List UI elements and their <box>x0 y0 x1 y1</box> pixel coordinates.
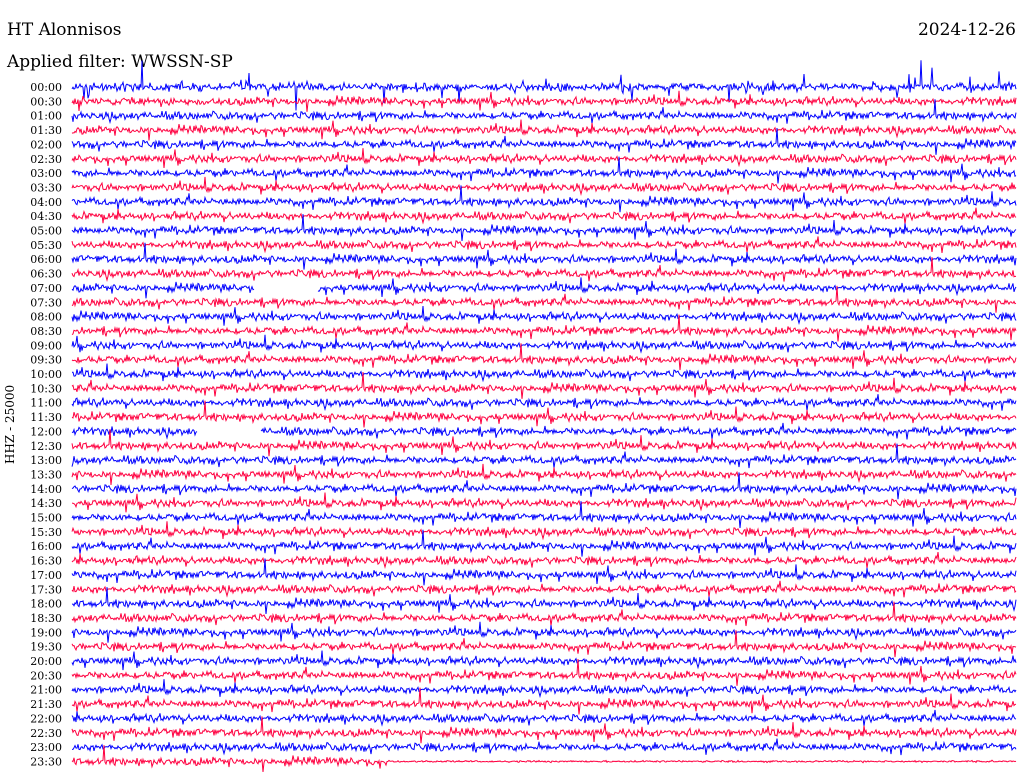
row-time-label: 13:00 <box>30 454 62 467</box>
helicorder-plot: 00:0000:30 01:0001:3002:00 02:3003:0003:30… <box>30 60 1017 772</box>
row-time-label: 11:30 <box>30 411 62 424</box>
row-time-label: 04:30 <box>30 210 62 223</box>
row-time-label: 20:00 <box>30 655 62 668</box>
trace-2000 <box>71 650 1017 671</box>
trace-1330 <box>71 463 1017 485</box>
row-time-label: 09:00 <box>30 339 62 352</box>
trace-2300 <box>72 738 1017 756</box>
row-time-label: 11:00 <box>30 397 62 410</box>
trace-0230 <box>71 148 1017 168</box>
row-time-label: 15:00 <box>30 512 62 525</box>
row-time-label: 06:30 <box>30 268 62 281</box>
trace-2200 <box>71 709 1017 727</box>
row-time-label: 16:00 <box>30 540 62 553</box>
trace-0700 <box>71 277 1017 299</box>
row-time-label: 01:00 <box>30 110 62 123</box>
row-time-label: 16:30 <box>30 555 62 568</box>
row-time-label: 10:30 <box>30 382 62 395</box>
trace-0900 <box>71 334 1017 354</box>
trace-1730 <box>71 580 1017 598</box>
trace-1530 <box>71 521 1017 541</box>
row-time-label: 05:30 <box>30 239 62 252</box>
row-time-label: 23:00 <box>30 741 62 754</box>
row-time-label: 03:00 <box>30 167 62 180</box>
time-tick-labels: 00:0000:30 01:0001:3002:00 02:3003:0003:30… <box>30 81 62 768</box>
trace-0330 <box>71 176 1017 196</box>
row-time-label: 07:00 <box>30 282 62 295</box>
trace-2100 <box>71 679 1017 699</box>
row-time-label: 00:30 <box>30 95 62 108</box>
trace-1630 <box>71 552 1017 570</box>
trace-0500 <box>71 214 1017 241</box>
trace-1100 <box>71 394 1017 412</box>
trace-0400 <box>71 185 1017 213</box>
row-time-label: 20:30 <box>30 669 62 682</box>
row-time-label: 14:30 <box>30 497 62 510</box>
row-time-label: 04:00 <box>30 196 62 209</box>
trace-1900 <box>71 621 1017 643</box>
row-time-label: 12:30 <box>30 440 62 453</box>
row-time-label: 03:30 <box>30 181 62 194</box>
row-time-label: 19:00 <box>30 626 62 639</box>
trace-0130 <box>71 119 1017 141</box>
row-time-label: 05:00 <box>30 225 62 238</box>
row-time-label: 21:30 <box>30 698 62 711</box>
row-time-label: 17:00 <box>30 569 62 582</box>
row-time-label: 22:30 <box>30 727 62 740</box>
row-time-label: 18:00 <box>30 598 62 611</box>
trace-1230 <box>71 429 1017 457</box>
trace-0800 <box>71 306 1017 326</box>
row-time-label: 01:30 <box>30 124 62 137</box>
seismic-traces <box>71 60 1017 772</box>
row-time-label: 06:00 <box>30 253 62 266</box>
row-time-label: 17:30 <box>30 583 62 596</box>
trace-1430 <box>71 492 1017 513</box>
row-time-label: 10:00 <box>30 368 62 381</box>
row-time-label: 12:00 <box>30 425 62 438</box>
row-time-label: 08:00 <box>30 311 62 324</box>
row-time-label: 15:30 <box>30 526 62 539</box>
row-time-label: 08:30 <box>30 325 62 338</box>
trace-0430 <box>71 207 1017 225</box>
row-time-label: 14:00 <box>30 483 62 496</box>
row-time-label: 21:00 <box>30 684 62 697</box>
row-time-label: 23:30 <box>30 755 62 768</box>
row-time-label: 13:30 <box>30 468 62 481</box>
trace-1930 <box>71 630 1017 658</box>
row-time-label: 18:30 <box>30 612 62 625</box>
row-time-label: 09:30 <box>30 354 62 367</box>
trace-0030 <box>71 90 1017 112</box>
row-time-label: 19:30 <box>30 641 62 654</box>
row-time-label: 22:00 <box>30 712 62 725</box>
row-time-label: 00:00 <box>30 81 62 94</box>
row-time-label: 07:30 <box>30 296 62 309</box>
trace-1000 <box>72 363 1017 383</box>
trace-0930 <box>71 343 1017 371</box>
row-time-label: 02:30 <box>30 153 62 166</box>
trace-0630 <box>71 257 1017 283</box>
row-time-label: 02:00 <box>30 138 62 151</box>
trace-0200 <box>71 127 1017 155</box>
trace-2330 <box>71 745 1017 772</box>
trace-0530 <box>71 236 1017 254</box>
trace-1200 <box>71 422 1017 440</box>
